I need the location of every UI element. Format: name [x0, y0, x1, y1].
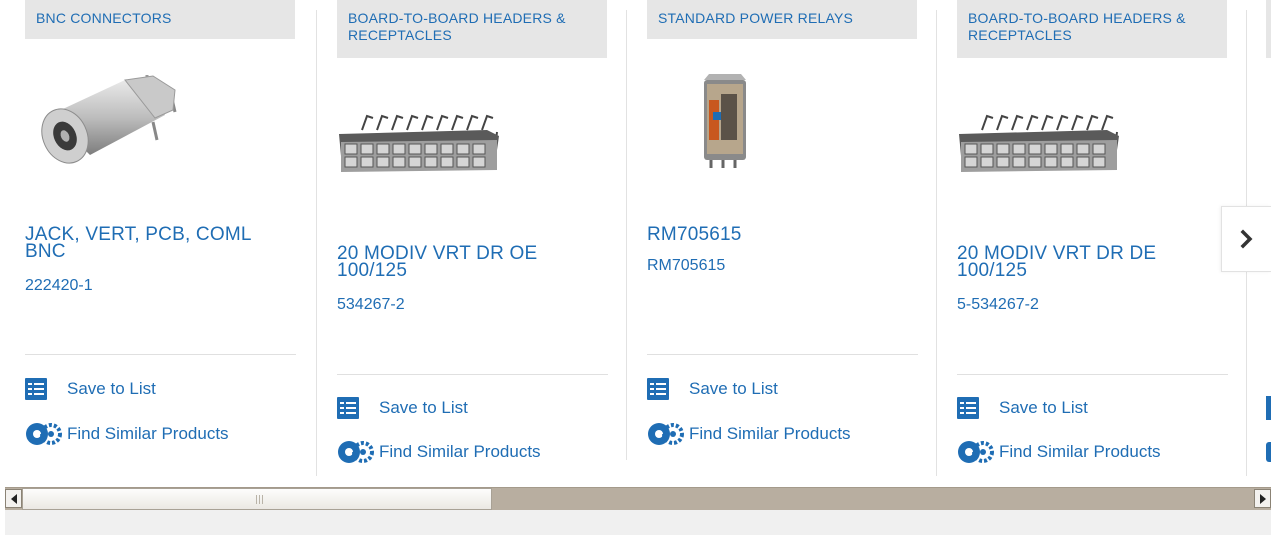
column-divider [936, 10, 937, 476]
bottom-bar [5, 510, 1271, 535]
product-card: BNC CONNECTORS JACK, VERT, PCB, COML BNC… [25, 0, 297, 480]
card-divider [337, 374, 608, 375]
category-label[interactable]: BOARD-TO-BOARD HEADERS & RECEPTACLES [337, 0, 607, 58]
horizontal-scrollbar[interactable] [5, 487, 1271, 510]
checklist-icon [647, 378, 669, 400]
product-card: STANDARD POWER RELAYS RM705615 RM705615 … [647, 0, 919, 480]
checklist-icon [1266, 396, 1271, 420]
part-number[interactable]: 5-534267-2 [957, 296, 1039, 314]
carousel-next-button[interactable] [1221, 206, 1271, 272]
find-similar-button[interactable]: Find Similar Products [647, 422, 851, 446]
find-similar-label: Find Similar Products [689, 424, 851, 443]
product-title[interactable]: 20 MODIV VRT DR DE 100/125 [957, 244, 1227, 280]
gears-icon [1266, 442, 1271, 462]
column-divider [316, 10, 317, 476]
find-similar-button[interactable]: Find Similar Products [25, 422, 229, 446]
product-carousel: BNC CONNECTORS JACK, VERT, PCB, COML BNC… [0, 0, 1271, 484]
scroll-left-button[interactable] [5, 489, 22, 508]
category-label [1266, 0, 1271, 58]
save-to-list-label: Save to List [689, 379, 778, 398]
part-number[interactable]: 534267-2 [337, 296, 405, 314]
checklist-icon [957, 397, 979, 419]
save-to-list-button[interactable]: Save to List [647, 377, 778, 401]
scrollbar-thumb[interactable] [22, 488, 492, 510]
save-to-list-label: Save to List [999, 398, 1088, 417]
save-to-list-label: Save to List [379, 398, 468, 417]
gears-icon [958, 441, 994, 463]
save-to-list-button[interactable]: Save to List [957, 396, 1088, 420]
card-divider [647, 354, 918, 355]
find-similar-label: Find Similar Products [379, 442, 541, 461]
product-title[interactable]: JACK, VERT, PCB, COML BNC [25, 225, 295, 261]
scroll-right-icon [1259, 493, 1266, 504]
header-receptacle-image[interactable] [337, 90, 607, 220]
gears-icon [338, 441, 374, 463]
column-divider [626, 10, 627, 460]
part-number[interactable]: 222420-1 [25, 277, 93, 295]
save-to-list-button[interactable]: Save to List [337, 396, 468, 420]
grip-icon [256, 495, 263, 504]
scroll-left-icon [10, 493, 17, 504]
save-to-list-button[interactable]: Save to List [25, 377, 156, 401]
checklist-icon [25, 378, 47, 400]
category-label[interactable]: BNC CONNECTORS [25, 0, 295, 39]
product-card: BOARD-TO-BOARD HEADERS & RECEPTACLES 20 … [337, 0, 609, 480]
gears-icon [26, 423, 62, 445]
bnc-connector-image[interactable] [25, 60, 295, 190]
find-similar-button[interactable]: Find Similar Products [957, 440, 1161, 464]
save-to-list-label: Save to List [67, 379, 156, 398]
category-label[interactable]: STANDARD POWER RELAYS [647, 0, 917, 39]
chevron-right-icon [1240, 229, 1252, 249]
part-number[interactable]: RM705615 [647, 257, 725, 275]
product-card: BOARD-TO-BOARD HEADERS & RECEPTACLES 20 … [957, 0, 1229, 480]
find-similar-label: Find Similar Products [999, 442, 1161, 461]
find-similar-button[interactable]: Find Similar Products [337, 440, 541, 464]
find-similar-label: Find Similar Products [67, 424, 229, 443]
gears-icon [648, 423, 684, 445]
category-label[interactable]: BOARD-TO-BOARD HEADERS & RECEPTACLES [957, 0, 1227, 58]
checklist-icon [337, 397, 359, 419]
header-receptacle-image[interactable] [957, 90, 1227, 220]
scroll-right-button[interactable] [1254, 489, 1271, 508]
card-divider [25, 354, 296, 355]
power-relay-image[interactable] [647, 60, 917, 190]
card-divider [957, 374, 1228, 375]
product-title[interactable]: RM705615 [647, 225, 917, 244]
product-title[interactable]: 20 MODIV VRT DR OE 100/125 [337, 244, 607, 280]
